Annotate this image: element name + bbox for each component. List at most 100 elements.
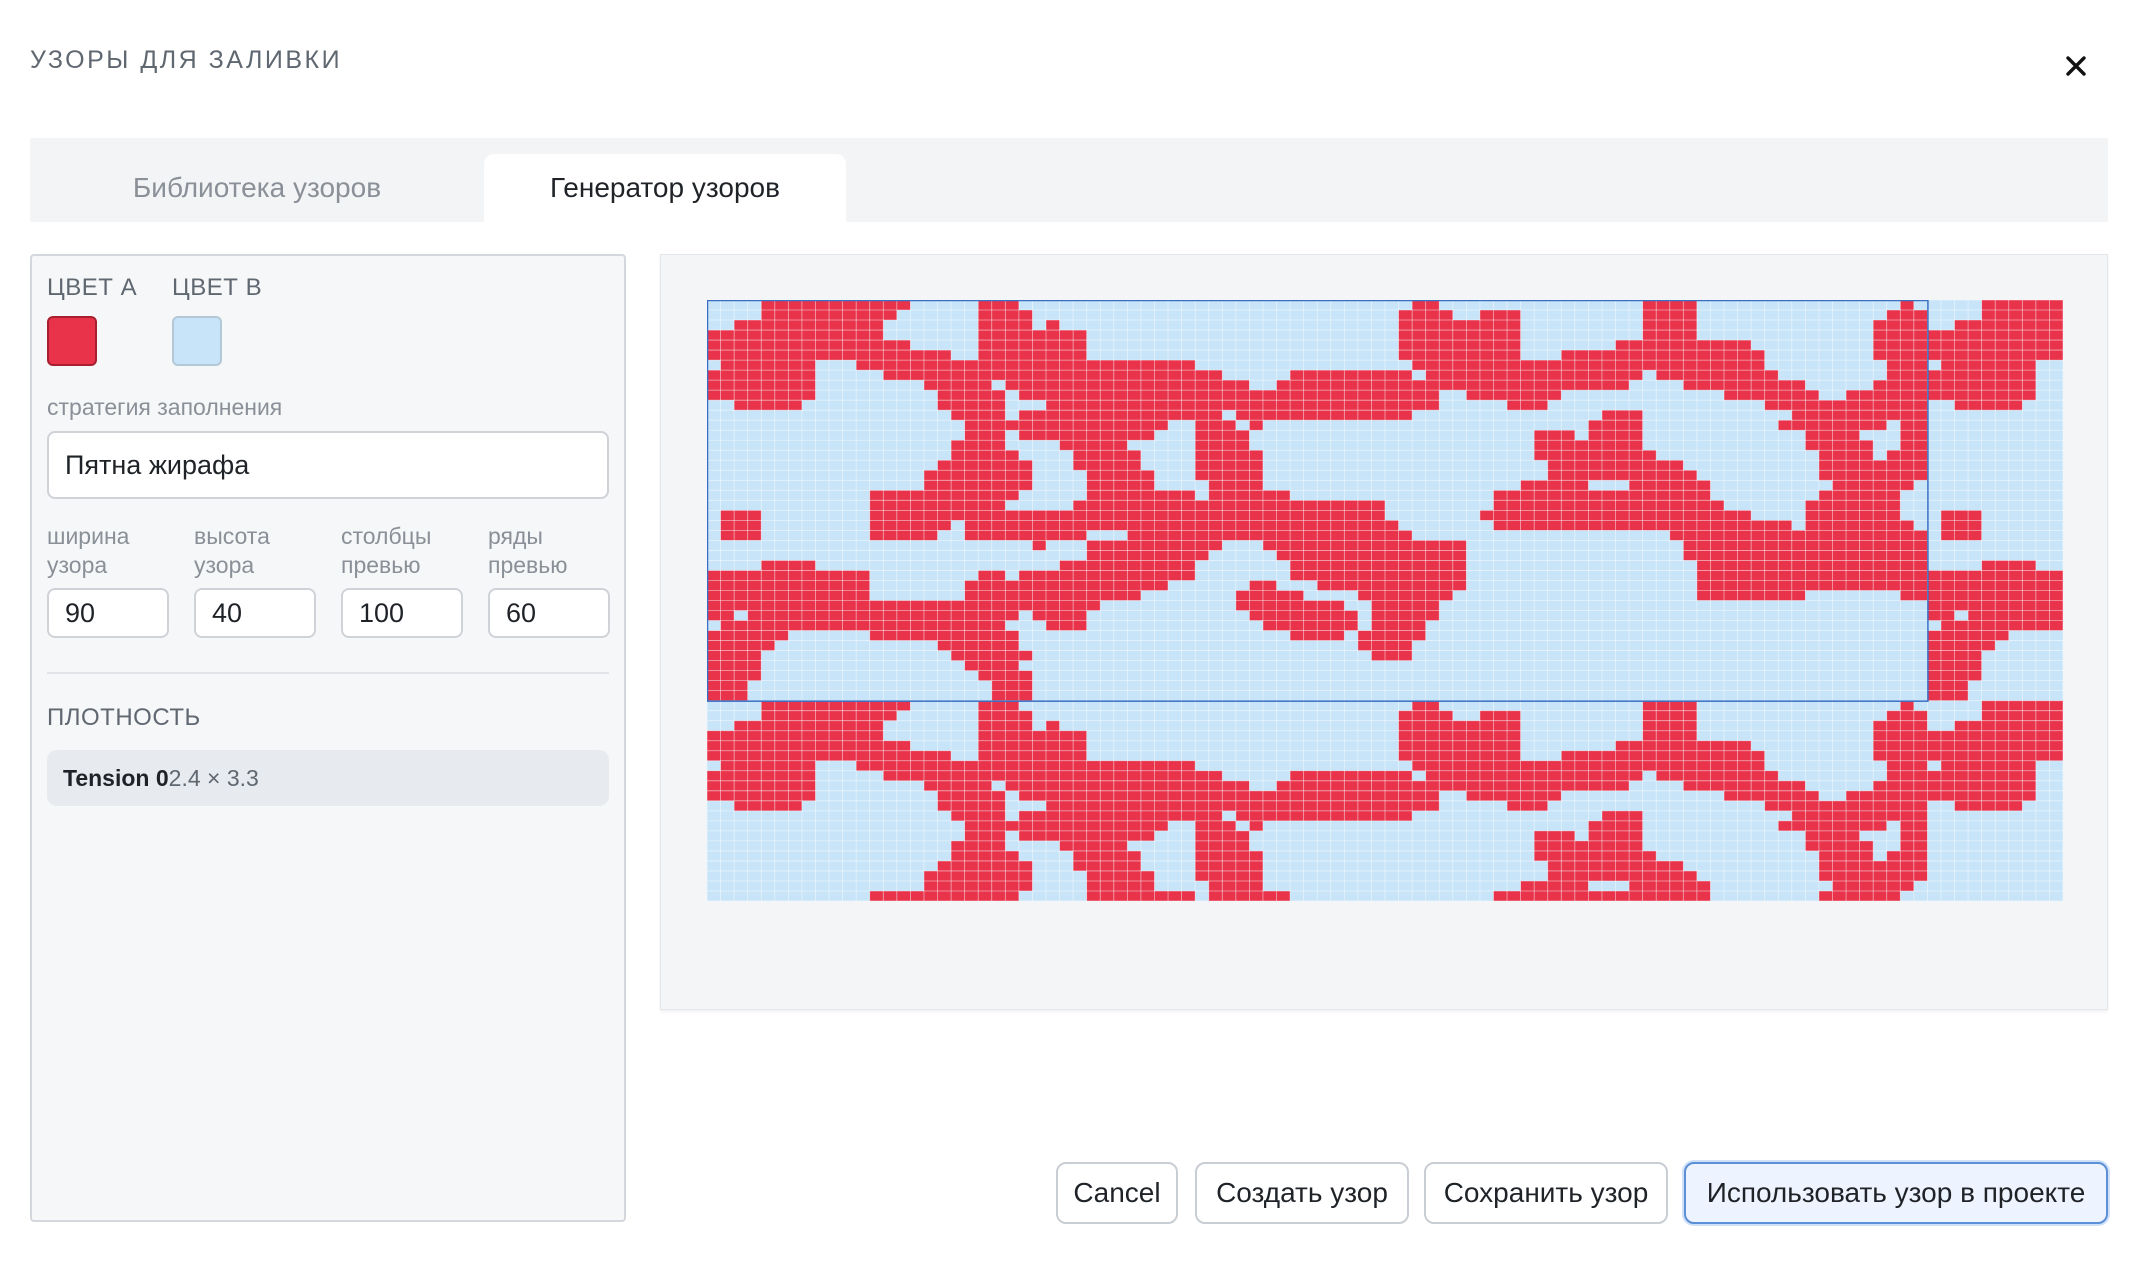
pattern-cell — [923, 370, 938, 381]
pattern-cell — [1791, 560, 1806, 571]
pattern-cell — [2035, 590, 2050, 601]
pattern-cell — [1561, 760, 1575, 771]
pattern-cell — [1032, 430, 1046, 441]
cancel-button[interactable]: Cancel — [1056, 1162, 1178, 1224]
pattern-cell — [1018, 670, 1033, 681]
close-button[interactable] — [2054, 44, 2098, 88]
pattern-cell — [1127, 570, 1141, 581]
pattern-cell — [1154, 380, 1169, 391]
fill-strategy-input[interactable]: Пятна жирафа — [47, 431, 609, 499]
use-pattern-button[interactable]: Использовать узор в проекте — [1684, 1162, 2108, 1224]
pattern-cell — [1303, 630, 1318, 641]
pattern-cell — [1005, 870, 1019, 881]
pattern-cell — [2049, 590, 2063, 601]
pattern-cell — [1479, 770, 1494, 781]
pattern-cell — [1547, 830, 1562, 841]
pattern-cell — [1940, 620, 1955, 631]
pattern-cell — [774, 330, 789, 341]
pattern-cell — [1669, 370, 1684, 381]
pattern-cell — [761, 760, 775, 771]
pattern-cell — [978, 620, 992, 631]
pattern-cell — [1900, 870, 1914, 881]
pattern-cell — [1425, 760, 1440, 771]
pattern-cell — [1479, 720, 1494, 731]
pattern-cell — [788, 560, 802, 571]
pattern-cell — [1086, 440, 1101, 451]
pattern-cell — [2035, 620, 2050, 631]
pattern-cell — [1696, 520, 1711, 531]
pattern-cell — [951, 800, 965, 811]
pattern-cell — [707, 660, 721, 671]
pattern-cell — [1425, 350, 1440, 361]
pattern-cell — [1683, 320, 1697, 331]
color-b-swatch[interactable] — [172, 316, 222, 366]
pattern-cell — [1276, 400, 1291, 411]
pattern-cell — [1371, 550, 1385, 561]
pattern-cell — [1235, 510, 1250, 521]
pattern-cell — [1846, 580, 1860, 591]
pattern-cell — [1574, 850, 1589, 861]
pattern-cell — [1290, 400, 1304, 411]
pattern-cell — [883, 340, 897, 351]
pattern-cell — [1466, 790, 1480, 801]
pattern-cell — [720, 530, 735, 541]
pattern-cell — [1032, 390, 1046, 401]
pattern-cell — [1059, 780, 1074, 791]
pattern-cell — [1046, 520, 1060, 531]
pattern-cell — [991, 790, 1006, 801]
pattern-cell — [883, 890, 897, 901]
pattern-cell — [2022, 570, 2036, 581]
pattern-cell — [734, 780, 748, 791]
density-item[interactable]: Tension 0 2.4 × 3.3 — [47, 750, 609, 806]
pattern-cell — [829, 590, 843, 601]
pattern-width-input[interactable]: 90 — [47, 588, 169, 638]
pattern-cell — [1154, 540, 1169, 551]
preview-cols-input[interactable]: 100 — [341, 588, 463, 638]
pattern-cell — [1208, 380, 1223, 391]
pattern-cell — [1873, 730, 1887, 741]
pattern-cell — [747, 620, 762, 631]
pattern-cell — [842, 620, 857, 631]
pattern-cell — [1425, 360, 1440, 371]
pattern-cell — [801, 740, 816, 751]
pattern-cell — [1398, 610, 1413, 621]
pattern-cell — [2049, 570, 2063, 581]
pattern-cell — [707, 350, 721, 361]
pattern-cell — [1330, 390, 1345, 401]
pattern-cell — [1371, 790, 1385, 801]
pattern-cell — [1154, 580, 1169, 591]
pattern-cell — [1344, 380, 1358, 391]
save-pattern-button[interactable]: Сохранить узор — [1424, 1162, 1668, 1224]
pattern-cell — [1195, 430, 1209, 441]
pattern-cell — [1181, 760, 1196, 771]
pattern-cell — [1629, 360, 1643, 371]
preview-rows-input[interactable]: 60 — [488, 588, 610, 638]
create-pattern-button[interactable]: Создать узор — [1195, 1162, 1409, 1224]
pattern-cell — [1262, 490, 1277, 501]
pattern-cell — [1832, 520, 1847, 531]
pattern-cell — [1357, 380, 1372, 391]
pattern-height-input[interactable]: 40 — [194, 588, 316, 638]
pattern-cell — [1859, 810, 1874, 821]
pattern-cell — [1520, 760, 1535, 771]
color-a-swatch[interactable] — [47, 316, 97, 366]
pattern-cell — [720, 670, 735, 681]
pattern-cell — [1886, 320, 1901, 331]
tab-pattern-generator[interactable]: Генератор узоров — [484, 154, 846, 222]
pattern-cell — [1425, 340, 1440, 351]
pattern-cell — [1398, 560, 1413, 571]
pattern-cell — [1344, 540, 1358, 551]
pattern-cell — [1615, 340, 1630, 351]
pattern-cell — [1154, 520, 1169, 531]
pattern-cell — [1181, 410, 1196, 421]
pattern-cell — [1886, 350, 1901, 361]
pattern-cell — [1669, 750, 1684, 761]
pattern-cell — [1113, 430, 1128, 441]
pattern-cell — [978, 460, 992, 471]
pattern-cell — [1927, 740, 1941, 751]
pattern-cell — [1954, 780, 1969, 791]
pattern-cell — [1737, 510, 1752, 521]
pattern-cell — [1073, 350, 1087, 361]
pattern-cell — [1154, 360, 1169, 371]
tab-pattern-library[interactable]: Библиотека узоров — [30, 154, 484, 222]
